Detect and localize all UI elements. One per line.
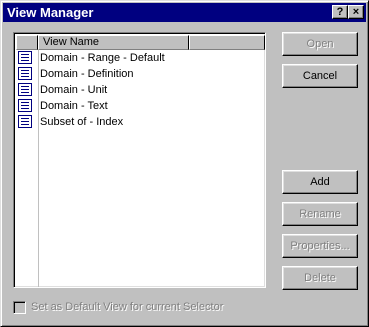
- list-header: View Name: [16, 35, 265, 50]
- title-bar[interactable]: View Manager ? ×: [3, 3, 366, 22]
- list-item[interactable]: Domain - Unit: [16, 82, 256, 98]
- list-item[interactable]: Domain - Text: [16, 98, 256, 114]
- list-item-label: Domain - Unit: [40, 84, 108, 96]
- list-item[interactable]: Domain - Range - Default: [16, 50, 256, 66]
- default-view-label: Set as Default View for current Selector: [31, 301, 224, 313]
- list-item-label: Domain - Definition: [40, 68, 134, 80]
- view-list-icon: [18, 99, 32, 112]
- view-manager-dialog: View Manager ? × View Name Domain - Rang…: [0, 0, 369, 327]
- list-item-label: Subset of - Index: [40, 116, 124, 128]
- list-item-label: Domain - Range - Default: [40, 52, 165, 64]
- rename-button[interactable]: Rename: [282, 202, 358, 226]
- open-button[interactable]: Open: [282, 32, 358, 56]
- list-item[interactable]: Domain - Definition: [16, 66, 256, 82]
- list-item-label: Domain - Text: [40, 100, 108, 112]
- view-list-icon: [18, 115, 32, 128]
- add-button[interactable]: Add: [282, 170, 358, 194]
- header-icon-column[interactable]: [16, 35, 38, 50]
- view-list-icon: [18, 51, 32, 64]
- help-button[interactable]: ?: [332, 5, 348, 19]
- view-list-icon: [18, 83, 32, 96]
- view-list-icon: [18, 67, 32, 80]
- cancel-button[interactable]: Cancel: [282, 64, 358, 88]
- header-filler: [189, 35, 265, 50]
- view-list[interactable]: View Name Domain - Range - Default Domai…: [13, 32, 266, 288]
- properties-button[interactable]: Properties...: [282, 234, 358, 258]
- close-button[interactable]: ×: [348, 5, 364, 19]
- list-item[interactable]: Subset of - Index: [16, 114, 256, 130]
- dialog-title: View Manager: [7, 5, 94, 20]
- delete-button[interactable]: Delete: [282, 266, 358, 290]
- default-view-checkbox[interactable]: [13, 301, 26, 314]
- header-view-name[interactable]: View Name: [38, 35, 189, 50]
